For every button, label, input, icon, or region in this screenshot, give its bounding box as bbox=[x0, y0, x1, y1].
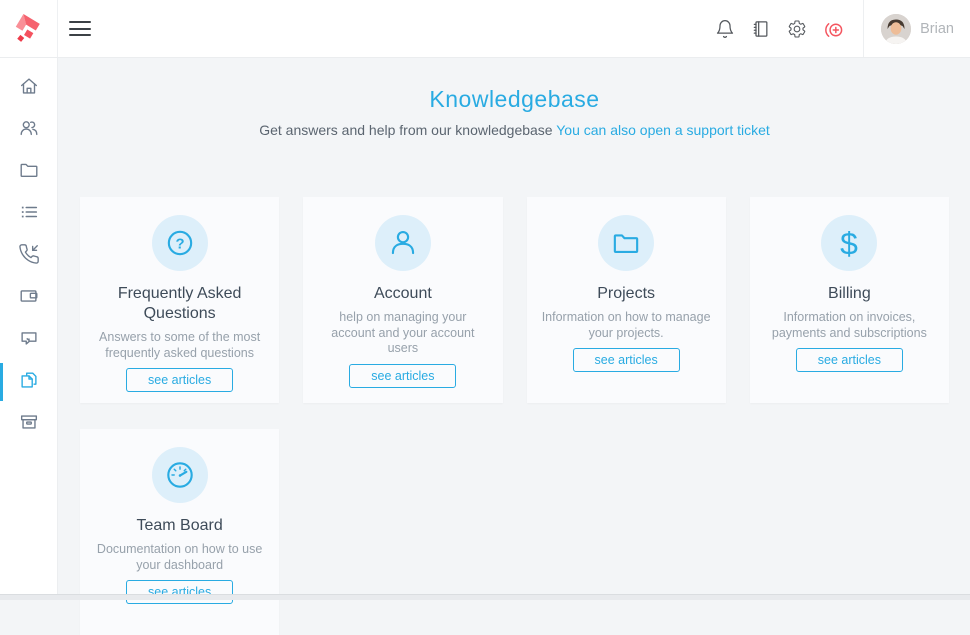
left-sidebar bbox=[0, 58, 58, 600]
sidebar-item-lists[interactable] bbox=[0, 193, 57, 235]
home-icon bbox=[18, 75, 40, 102]
card-description: Information on invoices, payments and su… bbox=[764, 310, 934, 341]
subtitle-text: Get answers and help from our knowledgeb… bbox=[259, 122, 552, 138]
sidebar-item-home[interactable] bbox=[0, 67, 57, 109]
quick-add-icon[interactable] bbox=[823, 19, 843, 39]
card-title: Account bbox=[374, 284, 432, 304]
dollar-icon: $ bbox=[821, 215, 877, 271]
svg-text:$: $ bbox=[841, 226, 859, 260]
users-icon bbox=[18, 117, 40, 144]
support-ticket-link[interactable]: You can also open a support ticket bbox=[556, 122, 770, 138]
documents-icon bbox=[18, 369, 40, 396]
user-icon bbox=[375, 215, 431, 271]
card-title: Team Board bbox=[136, 516, 222, 536]
card-faq: ? Frequently Asked Questions Answers to … bbox=[80, 197, 279, 403]
card-description: Documentation on how to use your dashboa… bbox=[95, 542, 265, 573]
card-description: help on managing your account and your a… bbox=[318, 310, 488, 357]
page-title: Knowledgebase bbox=[59, 86, 970, 113]
see-articles-button[interactable]: see articles bbox=[126, 580, 233, 604]
see-articles-button[interactable]: see articles bbox=[126, 368, 233, 392]
folder-icon bbox=[598, 215, 654, 271]
sidebar-item-contacts[interactable] bbox=[0, 109, 57, 151]
knowledgebase-card-grid: ? Frequently Asked Questions Answers to … bbox=[80, 197, 949, 635]
gear-icon[interactable] bbox=[787, 19, 807, 39]
see-articles-button[interactable]: see articles bbox=[349, 364, 456, 388]
wallet-icon bbox=[18, 285, 40, 312]
sidebar-item-calls[interactable] bbox=[0, 235, 57, 277]
folder-icon bbox=[18, 159, 40, 186]
brand-arrow-logo-icon bbox=[10, 7, 48, 50]
card-billing: $ Billing Information on invoices, payme… bbox=[750, 197, 949, 403]
sidebar-item-archive[interactable] bbox=[0, 403, 57, 445]
card-projects: Projects Information on how to manage yo… bbox=[527, 197, 726, 403]
list-icon bbox=[18, 201, 40, 228]
gauge-icon bbox=[152, 447, 208, 503]
card-title: Frequently Asked Questions bbox=[102, 284, 257, 324]
sidebar-item-projects-folder[interactable] bbox=[0, 151, 57, 193]
notebook-icon[interactable] bbox=[751, 19, 771, 39]
see-articles-button[interactable]: see articles bbox=[573, 348, 680, 372]
card-description: Answers to some of the most frequently a… bbox=[95, 330, 265, 361]
sidebar-item-knowledgebase[interactable] bbox=[0, 361, 57, 403]
archive-icon bbox=[18, 411, 40, 438]
bell-icon[interactable] bbox=[715, 19, 735, 39]
hamburger-menu-icon[interactable] bbox=[69, 17, 91, 41]
phone-incoming-icon bbox=[18, 243, 40, 270]
user-name[interactable]: Brian bbox=[920, 21, 954, 37]
card-title: Projects bbox=[597, 284, 655, 304]
header-divider bbox=[863, 0, 864, 57]
svg-text:?: ? bbox=[175, 236, 184, 252]
card-account: Account help on managing your account an… bbox=[303, 197, 502, 403]
sidebar-item-chat[interactable] bbox=[0, 319, 57, 361]
top-header: Brian bbox=[0, 0, 970, 58]
card-title: Billing bbox=[828, 284, 871, 304]
question-icon: ? bbox=[152, 215, 208, 271]
see-articles-button[interactable]: see articles bbox=[796, 348, 903, 372]
card-description: Information on how to manage your projec… bbox=[541, 310, 711, 341]
page-subtitle: Get answers and help from our knowledgeb… bbox=[59, 122, 970, 138]
bottom-edge-bar bbox=[0, 594, 970, 600]
card-team-board: Team Board Documentation on how to use y… bbox=[80, 429, 279, 635]
user-avatar[interactable] bbox=[881, 14, 911, 44]
main-content: Knowledgebase Get answers and help from … bbox=[59, 58, 970, 600]
chat-icon bbox=[18, 327, 40, 354]
app-logo[interactable] bbox=[0, 0, 58, 57]
sidebar-item-billing-wallet[interactable] bbox=[0, 277, 57, 319]
